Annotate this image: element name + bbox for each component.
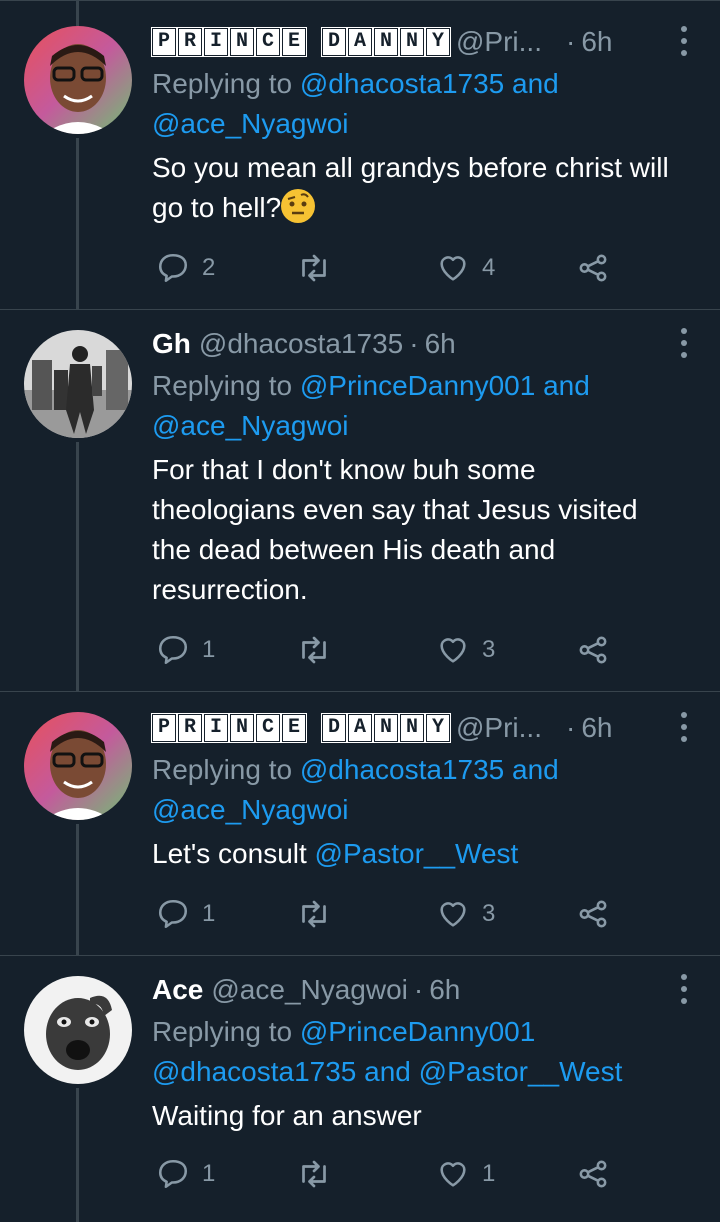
tweet-actions: 1 3 [152,894,672,934]
like-count: 4 [482,254,496,281]
heart-icon [440,256,466,281]
mention-link[interactable]: @dhacosta1735 [152,1056,356,1087]
reply-icon [158,899,188,929]
display-name[interactable]: P R I N C E D A N N Y [151,27,451,57]
user-handle[interactable]: @dhacosta1735 [199,328,403,360]
reply-button[interactable]: 1 [156,630,215,670]
share-icon [579,254,607,282]
retweet-icon [302,636,326,664]
replying-to: Replying to @PrinceDanny001 @dhacosta173… [152,1016,623,1087]
retweet-button[interactable] [296,1154,344,1194]
reply-icon [158,635,188,665]
mention-link[interactable]: @Pastor__West [419,1056,623,1087]
replying-to: Replying to @dhacosta1735 and @ace_Nyagw… [152,68,559,139]
retweet-icon [302,900,326,928]
thread-line [76,824,79,956]
reply-count: 1 [202,1160,216,1187]
tweet-actions: 1 3 [152,630,672,670]
replying-to: Replying to @PrinceDanny001 and @ace_Nya… [152,370,590,441]
tweet-text: So you mean all grandys before christ wi… [152,152,669,223]
face-with-raised-eyebrow-icon [281,189,316,223]
avatar[interactable] [24,976,132,1084]
thread-line [76,0,79,26]
reply-icon [158,253,188,283]
tweet-header: Gh @dhacosta1735 · 6h [152,326,680,362]
mention-link[interactable]: @dhacosta1735 [300,68,504,99]
reply-count: 1 [202,900,216,927]
divider [0,691,720,692]
retweet-icon [302,1160,326,1188]
thread-line [76,1088,79,1222]
separator-dot: · [565,26,576,57]
avatar[interactable] [24,26,132,134]
tweet-text: Waiting for an answer [152,1100,422,1131]
like-button[interactable]: 1 [436,1154,495,1194]
reply-button[interactable]: 2 [156,248,215,288]
timestamp[interactable]: 6h [425,328,456,360]
mention-link[interactable]: @ace_Nyagwoi [152,410,349,441]
thread-line [76,138,79,310]
separator-dot: · [565,712,576,743]
reply-count: 1 [202,636,216,663]
replying-to: Replying to @dhacosta1735 and @ace_Nyagw… [152,754,559,825]
tweet-actions: 1 1 [152,1154,672,1194]
divider [0,955,720,956]
avatar[interactable] [24,330,132,438]
user-handle[interactable]: @Pri... [456,26,542,58]
tweet-header: Ace @ace_Nyagwoi · 6h [152,972,680,1008]
display-name[interactable]: Gh [152,328,191,360]
mention-link[interactable]: @PrinceDanny001 [300,1016,535,1047]
mention-link[interactable]: @Pastor__West [315,838,519,869]
separator-dot: · [409,328,419,359]
thread-line [76,442,79,692]
tweet-text: Let's consult @Pastor__West [152,838,519,869]
reply-button[interactable]: 1 [156,1154,215,1194]
like-count: 3 [482,636,496,663]
tweet-text: For that I don't know buh some theologia… [152,454,638,605]
timestamp[interactable]: 6h [429,974,460,1006]
display-name[interactable]: Ace [152,974,203,1006]
heart-icon [440,638,466,663]
like-button[interactable]: 4 [436,248,495,288]
tweet-actions: 2 4 [152,248,672,288]
share-button[interactable] [576,1154,622,1194]
like-count: 3 [482,900,496,927]
retweet-button[interactable] [296,248,344,288]
reply-button[interactable]: 1 [156,894,215,934]
divider [0,309,720,310]
mention-link[interactable]: @ace_Nyagwoi [152,108,349,139]
divider [0,0,720,1]
tweet-header: P R I N C E D A N N Y @Pri... · 6h [151,24,680,60]
heart-icon [440,902,466,927]
share-icon [579,900,607,928]
share-icon [579,1160,607,1188]
share-button[interactable] [576,894,622,934]
avatar[interactable] [24,712,132,820]
reply-count: 2 [202,254,216,281]
like-button[interactable]: 3 [436,630,495,670]
tweet-header: P R I N C E D A N N Y @Pri... · 6h [151,710,680,746]
like-count: 1 [482,1160,496,1187]
display-name[interactable]: P R I N C E D A N N Y [151,713,451,743]
like-button[interactable]: 3 [436,894,495,934]
retweet-button[interactable] [296,894,344,934]
mention-link[interactable]: @dhacosta1735 [300,754,504,785]
timestamp[interactable]: 6h [581,712,612,744]
mention-link[interactable]: @PrinceDanny001 [300,370,535,401]
retweet-icon [302,254,326,282]
heart-icon [440,1162,466,1187]
retweet-button[interactable] [296,630,344,670]
mention-link[interactable]: @ace_Nyagwoi [152,794,349,825]
reply-icon [158,1159,188,1189]
timestamp[interactable]: 6h [581,26,612,58]
user-handle[interactable]: @ace_Nyagwoi [211,974,408,1006]
share-button[interactable] [576,630,622,670]
separator-dot: · [413,974,424,1005]
user-handle[interactable]: @Pri... [456,712,542,744]
share-icon [579,636,607,664]
share-button[interactable] [576,248,622,288]
